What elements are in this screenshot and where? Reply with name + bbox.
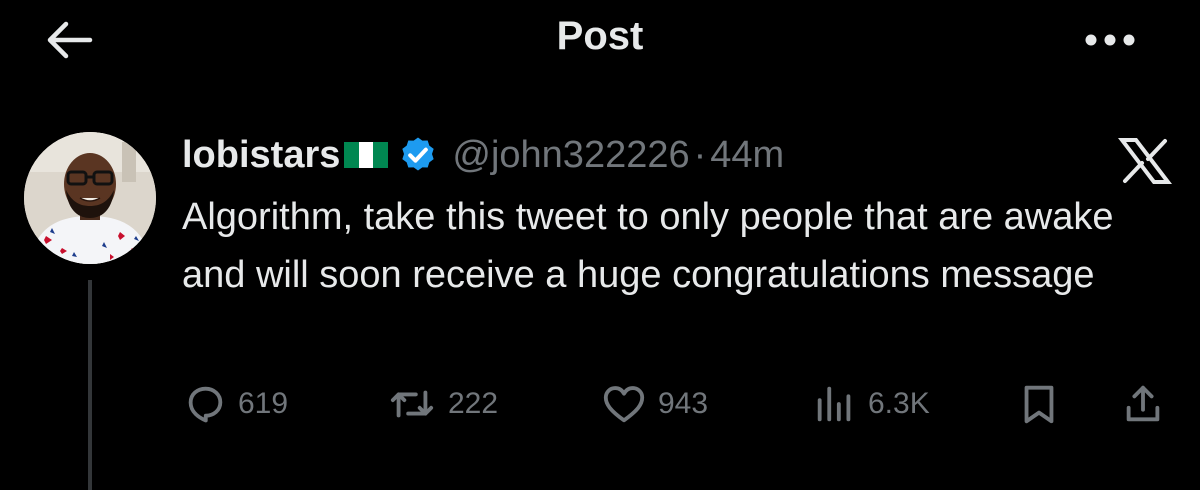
avatar[interactable]	[24, 132, 156, 264]
repost-icon	[390, 390, 434, 418]
x-logo-icon[interactable]	[1118, 138, 1172, 184]
tweet-author-row: lobistars @john322226 · 44m	[182, 130, 784, 180]
action-bar: 619 222 943 6.3K	[0, 378, 1200, 430]
analytics-icon	[817, 386, 851, 422]
views-button[interactable]: 6.3K	[812, 378, 930, 430]
repost-count: 222	[448, 387, 499, 420]
arrow-left-icon	[47, 21, 93, 59]
nigeria-flag-icon	[344, 142, 389, 168]
timestamp[interactable]: 44m	[710, 134, 784, 177]
bookmark-icon	[1024, 385, 1054, 424]
back-button[interactable]	[40, 16, 96, 64]
reply-button[interactable]: 619	[182, 378, 288, 430]
more-options-button[interactable]	[1080, 20, 1140, 60]
separator-dot: ·	[693, 133, 707, 176]
reply-icon	[188, 386, 223, 423]
share-button[interactable]	[1120, 378, 1166, 430]
page-title: Post	[556, 14, 644, 58]
display-name[interactable]: lobistars	[182, 134, 340, 177]
reply-count: 619	[238, 387, 289, 420]
like-count: 943	[658, 387, 709, 420]
repost-button[interactable]: 222	[386, 378, 498, 430]
top-bar: Post	[0, 0, 1200, 80]
more-horizontal-icon	[1085, 34, 1135, 46]
heart-icon	[603, 386, 645, 423]
user-handle[interactable]: @john322226	[452, 134, 689, 177]
avatar-image	[24, 132, 156, 264]
like-button[interactable]: 943	[600, 378, 708, 430]
bookmark-button[interactable]	[1016, 378, 1062, 430]
tweet-text: Algorithm, take this tweet to only peopl…	[182, 196, 1114, 296]
share-icon	[1126, 385, 1160, 422]
view-count: 6.3K	[868, 387, 930, 420]
verified-badge-icon	[402, 137, 435, 171]
